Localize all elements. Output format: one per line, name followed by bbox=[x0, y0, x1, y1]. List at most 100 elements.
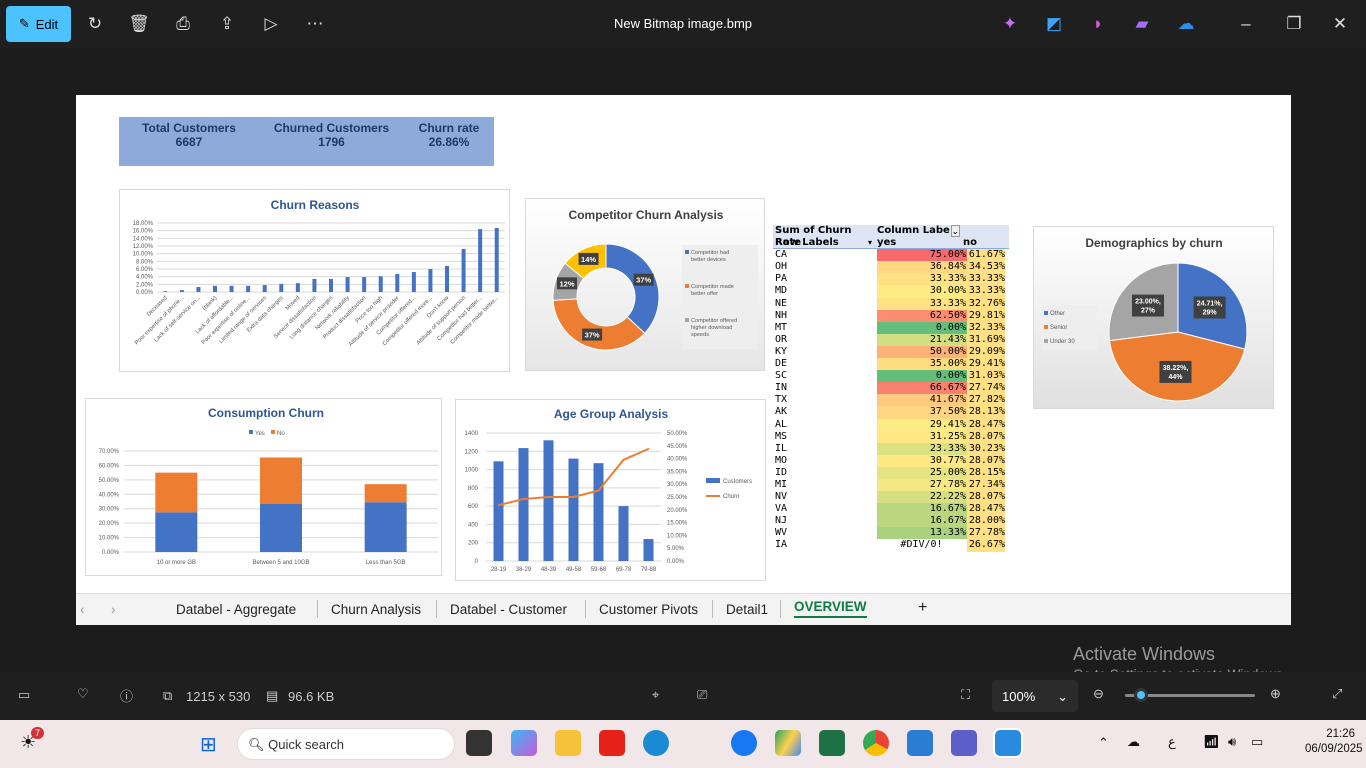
bar bbox=[494, 227, 499, 292]
bar-no bbox=[364, 484, 407, 503]
minimize-icon[interactable]: – bbox=[1234, 12, 1258, 36]
churn-yes-value: 16.67% bbox=[877, 515, 967, 528]
sheet-tab[interactable]: Customer Pivots bbox=[599, 602, 698, 617]
legend-swatch bbox=[685, 318, 689, 322]
battery-icon[interactable]: ▭ bbox=[1251, 734, 1263, 750]
row-filter-icon[interactable]: ▾ bbox=[868, 237, 877, 248]
designer-icon[interactable]: ◩ bbox=[1042, 12, 1066, 36]
scroll-right-icon[interactable]: › bbox=[111, 602, 116, 617]
fit-window-icon[interactable]: ⛶ bbox=[961, 687, 970, 703]
notepad-icon[interactable] bbox=[907, 730, 933, 756]
churn-no-value: 26.67% bbox=[967, 539, 1005, 552]
bar bbox=[362, 277, 367, 292]
state-label: TX bbox=[775, 394, 788, 406]
churn-point bbox=[597, 489, 600, 492]
data-label: 12% bbox=[559, 279, 574, 288]
sheet-tab[interactable]: Databel - Customer bbox=[450, 602, 567, 617]
x-tick-label: 38-29 bbox=[516, 567, 532, 573]
churn-yes-value: 36.84% bbox=[877, 261, 967, 274]
pivot-row: CA 75.00% 61.67% bbox=[773, 249, 1009, 262]
bar-yes bbox=[260, 503, 302, 552]
bar-yes bbox=[364, 502, 407, 552]
zoom-dropdown[interactable]: 100% ⌄ bbox=[992, 680, 1078, 712]
legend-label: Other bbox=[1050, 311, 1065, 317]
clipchamp-icon[interactable]: ◗ bbox=[1086, 12, 1110, 36]
kpi-total-customers: Total Customers 6687 bbox=[142, 121, 236, 149]
sheet-tab[interactable]: Databel - Aggregate bbox=[176, 602, 296, 617]
pivot-row: NJ 16.67% 28.00% bbox=[773, 515, 1009, 528]
filter-dropdown-icon[interactable]: ⌄ bbox=[950, 225, 960, 238]
edge-icon[interactable] bbox=[643, 730, 669, 756]
visual-search-icon[interactable]: ⌖ bbox=[652, 687, 659, 703]
bar bbox=[312, 278, 317, 292]
chrome-icon[interactable] bbox=[863, 730, 889, 756]
wifi-icon[interactable]: 📶︎ bbox=[1203, 734, 1220, 750]
volume-icon[interactable]: 🔊︎ bbox=[1228, 734, 1236, 750]
churn-no-value: 29.81% bbox=[967, 309, 1005, 322]
google-drive-icon[interactable] bbox=[775, 730, 801, 756]
maximize-icon[interactable]: ❐ bbox=[1282, 12, 1306, 36]
facebook-icon[interactable] bbox=[731, 730, 757, 756]
legend-label: Churn bbox=[723, 494, 739, 500]
zoom-in-icon[interactable]: ⊕ bbox=[1270, 686, 1281, 702]
bar bbox=[213, 285, 217, 292]
y-tick-label: 20.00% bbox=[99, 521, 120, 527]
zoom-slider-thumb[interactable] bbox=[1133, 688, 1148, 702]
donut-slice bbox=[552, 298, 646, 351]
sheet-tab[interactable]: Churn Analysis bbox=[331, 602, 421, 617]
churn-no-value: 27.74% bbox=[967, 382, 1005, 395]
start-icon[interactable]: ⊞ bbox=[200, 732, 217, 757]
bar-customers bbox=[518, 448, 529, 561]
photos-icon[interactable]: ▰ bbox=[1130, 12, 1154, 36]
zoom-slider[interactable] bbox=[1125, 688, 1255, 702]
y-tick-label: 40.00% bbox=[99, 492, 120, 498]
pivot-row: DE 35.00% 29.41% bbox=[773, 358, 1009, 371]
pivot-row: MT 0.00% 32.33% bbox=[773, 321, 1009, 334]
scroll-left-icon[interactable]: ‹ bbox=[80, 602, 85, 617]
onedrive-tray-icon[interactable]: ☁ bbox=[1127, 734, 1140, 750]
excel-icon[interactable] bbox=[819, 730, 845, 756]
info-icon[interactable]: ⓘ bbox=[120, 686, 133, 705]
ocr-icon[interactable]: ⎚ bbox=[697, 687, 707, 703]
churn-point bbox=[497, 504, 500, 506]
language-indicator[interactable]: ع bbox=[1168, 734, 1176, 750]
y2-tick-label: 40.00% bbox=[667, 457, 688, 463]
state-label: IA bbox=[775, 539, 788, 551]
youtube-icon[interactable] bbox=[599, 730, 625, 756]
filmstrip-icon[interactable]: ▭ bbox=[18, 687, 30, 703]
data-label: 23.00%, bbox=[1135, 299, 1161, 306]
pivot-row: AL 29.41% 28.47% bbox=[773, 418, 1009, 431]
x-tick-label: 49-58 bbox=[566, 567, 582, 573]
churn-no-value: 33.33% bbox=[967, 285, 1005, 298]
y-tick-label: 2.00% bbox=[136, 282, 154, 288]
state-label: AK bbox=[775, 406, 788, 418]
teams-icon[interactable] bbox=[951, 730, 977, 756]
zoom-out-icon[interactable]: ⊖ bbox=[1093, 686, 1104, 702]
photos-app-icon[interactable] bbox=[993, 728, 1023, 758]
y-tick-label: 12.00% bbox=[133, 244, 154, 250]
close-icon[interactable]: ✕ bbox=[1328, 12, 1352, 36]
show-hidden-icons[interactable]: ⌃ bbox=[1098, 735, 1109, 751]
sheet-tab[interactable]: OVERVIEW bbox=[794, 599, 867, 618]
favorite-icon[interactable]: ♡ bbox=[77, 686, 89, 702]
churn-point bbox=[647, 448, 650, 450]
y2-tick-label: 50.00% bbox=[667, 431, 688, 437]
image-canvas: Total Customers 6687 Churned Customers 179… bbox=[76, 95, 1291, 625]
onedrive-icon[interactable]: ☁ bbox=[1174, 12, 1198, 36]
chart-title: Competitor Churn Analysis bbox=[569, 208, 724, 222]
copilot-app-icon[interactable] bbox=[511, 730, 537, 756]
search-icon: 🔍︎ bbox=[248, 737, 265, 752]
bar-no bbox=[260, 457, 302, 504]
file-explorer-icon[interactable] bbox=[555, 730, 581, 756]
search-box[interactable]: 🔍︎ Quick search bbox=[237, 728, 455, 760]
clock[interactable]: 21:26 06/09/2025 bbox=[1305, 728, 1363, 755]
sheet-tab[interactable]: Detail1 bbox=[726, 602, 768, 617]
bar-yes bbox=[155, 512, 198, 552]
fullscreen-icon[interactable]: ⤢ bbox=[1332, 686, 1342, 702]
copilot-icon[interactable]: ✦ bbox=[998, 12, 1022, 36]
add-sheet-button[interactable]: + bbox=[918, 599, 927, 617]
bar bbox=[461, 249, 466, 292]
taskview-icon[interactable] bbox=[466, 730, 492, 756]
tab-separator bbox=[317, 600, 318, 618]
churn-yes-value: 27.78% bbox=[877, 478, 967, 492]
